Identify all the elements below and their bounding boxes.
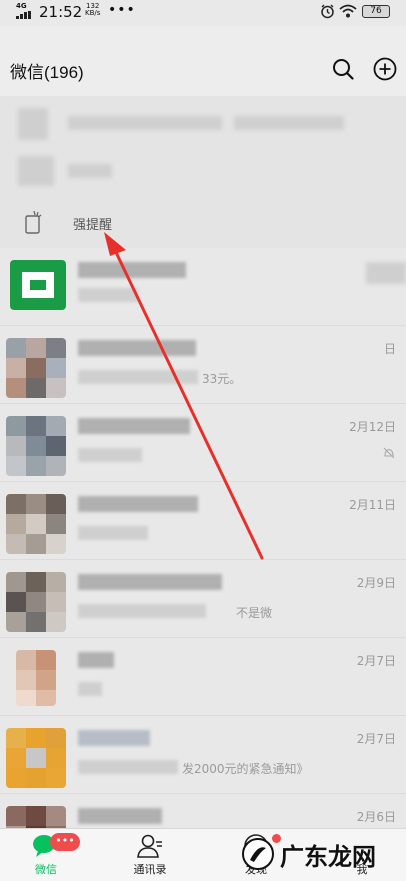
chat-name — [78, 496, 198, 512]
chat-date: 2月6日 — [356, 810, 396, 824]
tab-label: 微信 — [35, 863, 57, 876]
chat-preview-blur — [78, 604, 206, 618]
chat-list: 33元。 日 2月12日 2月11日 不是微 2月9日 2月7日 发2000元的… — [0, 248, 406, 872]
avatar — [10, 260, 66, 310]
avatar — [6, 338, 66, 398]
blurred-text — [68, 164, 112, 178]
chat-name — [78, 262, 186, 278]
watermark-logo-icon — [242, 838, 274, 870]
chat-name — [78, 418, 190, 434]
blurred-icon — [18, 108, 48, 140]
avatar — [6, 416, 66, 476]
network-type: 4G — [16, 2, 27, 10]
tab-chats[interactable]: ••• 微信 — [6, 833, 86, 881]
chat-preview — [78, 288, 138, 302]
watermark: 广东龙网 — [240, 832, 376, 876]
blurred-text — [68, 116, 222, 130]
unread-badge: ••• — [50, 833, 80, 851]
chat-preview — [78, 448, 142, 462]
chat-name — [78, 652, 114, 668]
blurred-text — [234, 116, 344, 130]
network-speed: 132 KB/s — [85, 2, 101, 17]
chat-name — [78, 340, 196, 356]
blurred-date — [366, 262, 406, 284]
chat-row[interactable]: 33元。 日 — [0, 326, 406, 404]
chat-date: 2月9日 — [356, 576, 396, 590]
chat-name — [78, 808, 162, 824]
chat-date: 日 — [383, 342, 396, 356]
avatar — [16, 650, 56, 706]
chat-name — [78, 574, 222, 590]
chat-row[interactable]: 2月12日 — [0, 404, 406, 482]
strong-reminder-label[interactable]: 强提醒 — [73, 214, 112, 233]
app-header: 微信(196) — [0, 44, 406, 96]
watermark-text: 广东龙网 — [280, 842, 376, 871]
battery-indicator: 76 — [362, 5, 390, 18]
chat-preview — [78, 526, 148, 540]
status-bar: 4G 21:52 132 KB/s ••• 76 — [0, 0, 406, 26]
chat-preview — [78, 682, 102, 696]
tab-contacts[interactable]: 通讯录 — [110, 833, 190, 881]
alarm-icon — [321, 4, 334, 19]
avatar — [6, 728, 66, 788]
blurred-icon — [18, 156, 54, 186]
chat-row[interactable]: 发2000元的紧急通知》 2月7日 — [0, 716, 406, 794]
plus-circle-icon[interactable] — [373, 57, 397, 81]
tab-label: 通讯录 — [133, 863, 167, 876]
contacts-icon — [137, 834, 162, 858]
search-icon[interactable] — [332, 58, 354, 80]
chat-date: 2月11日 — [349, 498, 396, 512]
chat-date: 2月7日 — [356, 654, 396, 668]
chat-preview: 发2000元的紧急通知》 — [182, 762, 309, 776]
chat-name — [78, 730, 150, 746]
wifi-icon — [339, 4, 357, 18]
chat-row[interactable] — [0, 248, 406, 326]
strong-reminder-icon — [25, 210, 42, 234]
mute-bell-icon — [383, 447, 395, 459]
chat-date: 2月7日 — [356, 732, 396, 746]
clock: 21:52 — [39, 3, 83, 21]
avatar-inner — [30, 280, 46, 290]
avatar — [6, 572, 66, 632]
chat-preview: 33元。 — [202, 372, 242, 386]
chat-row[interactable]: 2月11日 — [0, 482, 406, 560]
signal-icon — [16, 11, 31, 19]
more-notifications: ••• — [108, 2, 136, 18]
chat-preview-blur — [78, 370, 198, 384]
pinned-banner — [0, 96, 406, 248]
page-title: 微信(196) — [10, 63, 84, 82]
chat-date: 2月12日 — [349, 420, 396, 434]
chat-row[interactable]: 不是微 2月9日 — [0, 560, 406, 638]
avatar — [6, 494, 66, 554]
chat-preview-blur — [78, 760, 178, 774]
chat-preview: 不是微 — [236, 606, 273, 620]
chat-row[interactable]: 2月7日 — [0, 638, 406, 716]
